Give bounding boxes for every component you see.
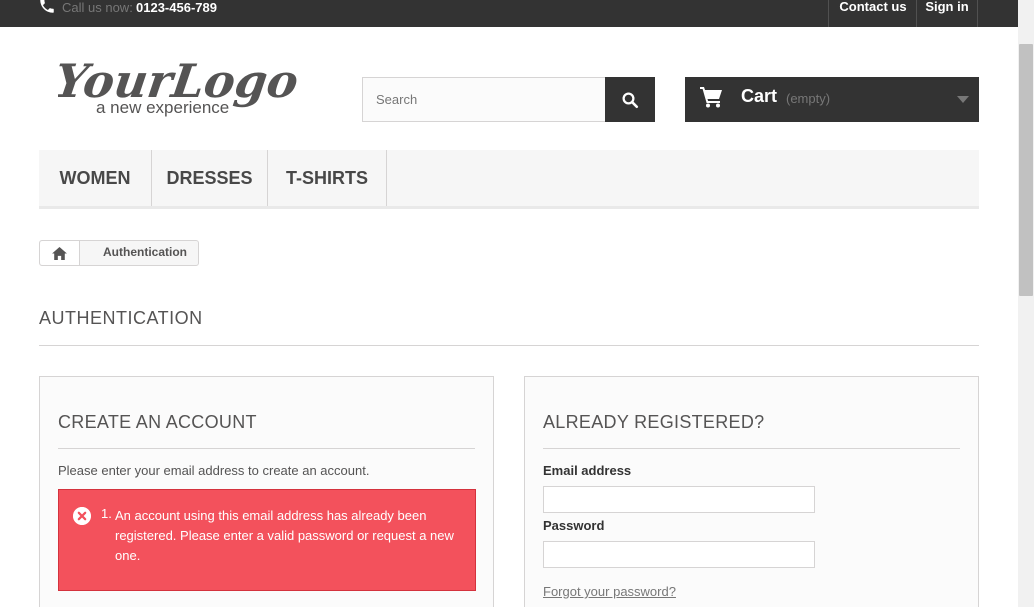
email-field[interactable] [543, 486, 815, 513]
chevron-down-icon [957, 96, 969, 103]
email-label: Email address [543, 463, 632, 478]
cart-status: (empty) [786, 91, 831, 106]
menu-item-dresses[interactable]: DRESSES [152, 150, 268, 206]
page-title: AUTHENTICATION [39, 308, 203, 328]
divider [58, 448, 475, 449]
contact-us-link[interactable]: Contact us [828, 0, 917, 27]
top-bar: Call us now: 0123-456-789 Contact us Sig… [0, 0, 1018, 27]
phone-icon [40, 0, 54, 13]
login-title: ALREADY REGISTERED? [543, 412, 765, 432]
create-account-title: CREATE AN ACCOUNT [58, 412, 257, 432]
error-message: An account using this email address has … [115, 508, 454, 563]
divider [543, 448, 960, 449]
breadcrumb-home[interactable] [40, 241, 80, 265]
search-icon [622, 92, 639, 108]
cart-button[interactable]: Cart (empty) [685, 77, 979, 122]
call-label: Call us now: [62, 0, 133, 15]
create-account-panel: CREATE AN ACCOUNT Please enter your emai… [39, 376, 494, 607]
password-field[interactable] [543, 541, 815, 568]
call-number: 0123-456-789 [136, 0, 217, 15]
home-icon [52, 246, 67, 260]
forgot-password-link[interactable]: Forgot your password? [543, 584, 676, 599]
create-account-intro: Please enter your email address to creat… [58, 463, 370, 478]
scrollbar-thumb[interactable] [1019, 44, 1033, 296]
error-number: 1. [101, 506, 112, 521]
breadcrumb-current: Authentication [103, 245, 187, 259]
menu-item-women[interactable]: WOMEN [39, 150, 152, 206]
login-panel: ALREADY REGISTERED? Email address Passwo… [524, 376, 979, 607]
cart-icon [700, 87, 722, 108]
site-logo[interactable]: YourLogo a new experience [58, 45, 308, 125]
divider [39, 345, 979, 346]
search-button[interactable] [605, 77, 655, 122]
breadcrumb: Authentication [39, 240, 199, 266]
sign-in-link[interactable]: Sign in [916, 0, 978, 27]
error-icon [73, 507, 91, 525]
error-alert: 1. An account using this email address h… [58, 489, 476, 591]
menu-item-tshirts[interactable]: T-SHIRTS [268, 150, 387, 206]
password-label: Password [543, 518, 605, 533]
main-menu: WOMEN DRESSES T-SHIRTS [39, 150, 979, 209]
cart-label: Cart [741, 86, 778, 106]
logo-tagline: a new experience [96, 98, 229, 117]
search-input[interactable] [362, 77, 606, 122]
